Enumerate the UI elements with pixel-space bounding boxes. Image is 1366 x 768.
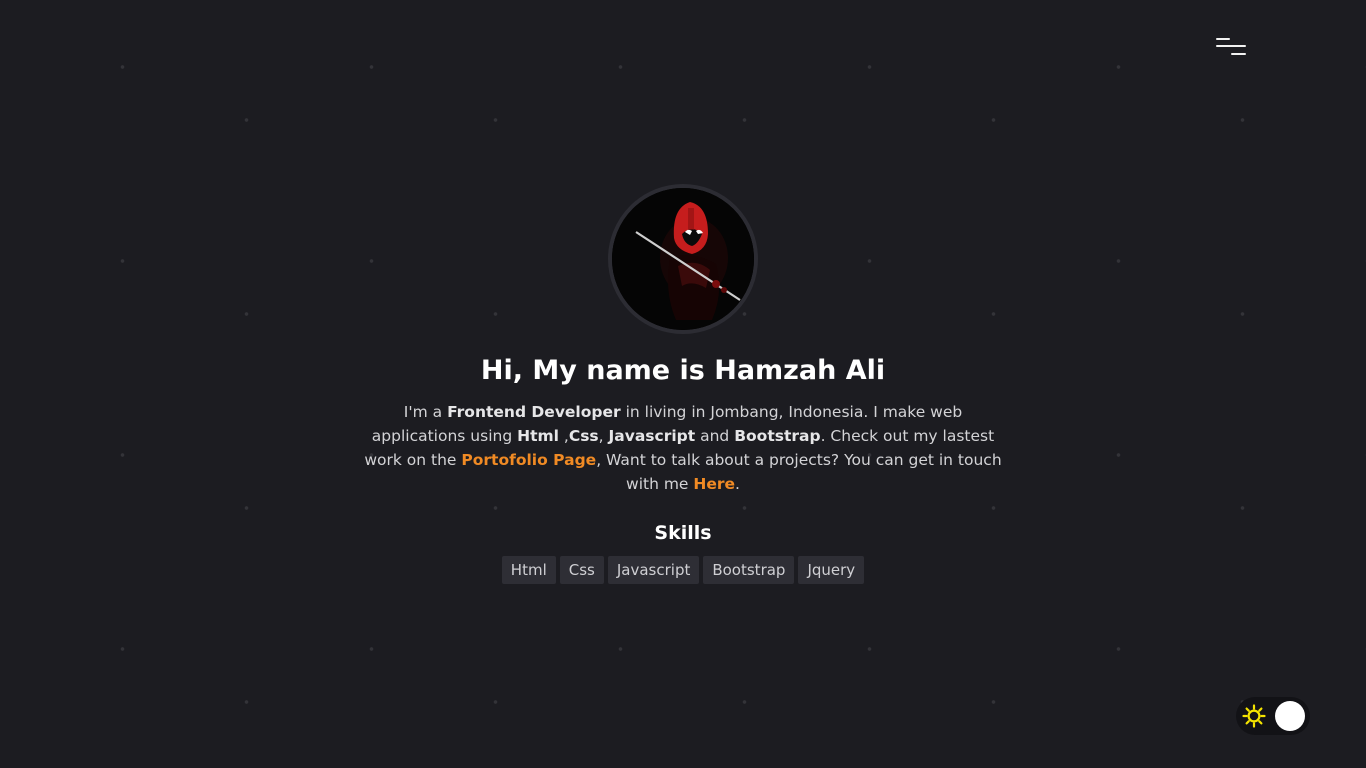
skills-list: Html Css Javascript Bootstrap Jquery [333,556,1033,584]
avatar-image [612,188,754,330]
portfolio-link[interactable]: Portofolio Page [461,451,596,469]
contact-link[interactable]: Here [693,475,735,493]
bio-skill-bootstrap: Bootstrap [734,427,821,445]
page: Hi, My name is Hamzah Ali I'm a Frontend… [0,0,1366,768]
menu-button[interactable] [1212,34,1250,60]
skill-badge-bootstrap: Bootstrap [703,556,795,584]
bio-text: and [695,427,735,445]
page-title: Hi, My name is Hamzah Ali [480,355,886,386]
theme-toggle[interactable] [1236,697,1310,735]
hamburger-menu-icon-line [1231,53,1246,55]
hamburger-menu-icon-line [1216,45,1246,47]
skill-badge-css: Css [559,556,604,584]
hamburger-menu-icon [1216,38,1230,40]
skills-heading: Skills [654,522,712,544]
toggle-knob[interactable] [1275,701,1305,731]
bio-text: , [598,427,609,445]
avatar [608,184,758,334]
bio-text: , [558,427,569,445]
bio-skill-html: Html [517,427,559,445]
skill-badge-javascript: Javascript [607,556,700,584]
hero-section: Hi, My name is Hamzah Ali I'm a Frontend… [333,184,1033,584]
bio-skill-css: Css [568,427,599,445]
bio-paragraph: I'm a Frontend Developer in living in Jo… [363,400,1003,496]
sun-icon [1242,704,1266,728]
skill-badge-jquery: Jquery [798,556,865,584]
bio-text: I'm a [403,403,448,421]
bio-skill-javascript: Javascript [608,427,696,445]
bio-text: . [735,475,740,493]
bio-role: Frontend Developer [447,403,621,421]
bio-text: , Want to talk about a projects? You can… [596,451,1002,493]
skill-badge-html: Html [501,556,556,584]
